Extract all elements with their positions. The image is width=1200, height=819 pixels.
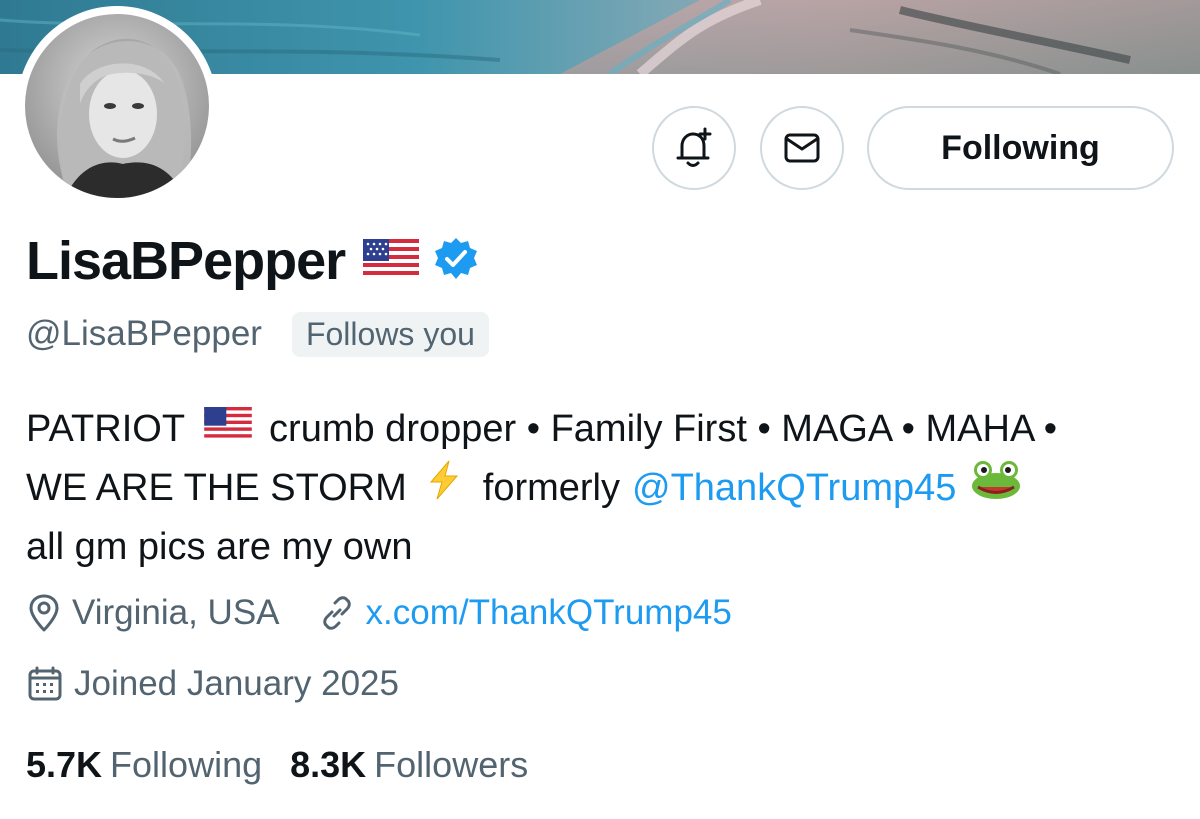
followers-label: Followers [374,744,529,785]
avatar-photo [25,14,209,198]
bio-text: PATRIOT [26,408,186,450]
join-date: Joined January 2025 [26,664,399,704]
website[interactable]: x.com/ThankQTrump45 [318,593,732,633]
following-button[interactable]: Following [867,106,1174,190]
location-text: Virginia, USA [72,593,280,632]
bell-plus-icon [676,127,712,167]
display-name-row: LisaBPepper [26,228,479,294]
following-count: 5.7K [26,744,103,785]
notify-button[interactable] [652,106,736,190]
bio-text: crumb dropper • Family First • MAGA • MA… [269,408,1058,450]
bio-text: WE ARE THE STORM [26,467,407,509]
frog-icon [970,459,1022,518]
verified-badge-icon[interactable] [433,236,479,287]
avatar-ring [17,6,217,206]
website-link[interactable]: x.com/ThankQTrump45 [366,593,732,633]
follows-you-badge: Follows you [291,311,489,357]
bio-line: WE ARE THE STORM formerly @ThankQTrump45 [26,459,1186,518]
bio-text: formerly [482,467,620,509]
profile-meta-row: Virginia, USA x.com/ThankQTrump45 [26,588,732,638]
envelope-icon [784,133,820,163]
bio-line: all gm pics are my own [26,518,1186,577]
message-button[interactable] [760,106,844,190]
following-label: Following [110,744,263,785]
profile-page: Following LisaBPepper @LisaBPepper Follo… [0,0,1200,819]
location-pin-icon [29,594,59,632]
us-flag-icon [363,238,420,284]
username-handle: @LisaBPepper [26,314,262,353]
avatar[interactable] [25,14,209,198]
join-date-text: Joined January 2025 [74,664,399,703]
profile-meta-row: Joined January 2025 [26,659,399,709]
handle-row: @LisaBPepper Follows you [26,310,489,358]
lightning-icon [427,459,461,518]
bio-text: all gm pics are my own [26,526,413,568]
display-name: LisaBPepper [26,231,346,291]
location: Virginia, USA [26,593,280,633]
followers-stat[interactable]: 8.3K Followers [290,744,528,786]
link-icon [322,596,351,630]
profile-bio: PATRIOT crumb dropper • Family First • M… [26,400,1186,577]
followers-count: 8.3K [290,744,367,785]
following-button-label: Following [941,128,1100,167]
us-flag-icon [203,400,253,459]
mention-link[interactable]: @ThankQTrump45 [632,459,956,518]
calendar-icon [28,666,62,701]
follow-stats: 5.7K Following 8.3K Followers [26,740,528,790]
following-stat[interactable]: 5.7K Following [26,744,262,786]
bio-line: PATRIOT crumb dropper • Family First • M… [26,400,1186,459]
